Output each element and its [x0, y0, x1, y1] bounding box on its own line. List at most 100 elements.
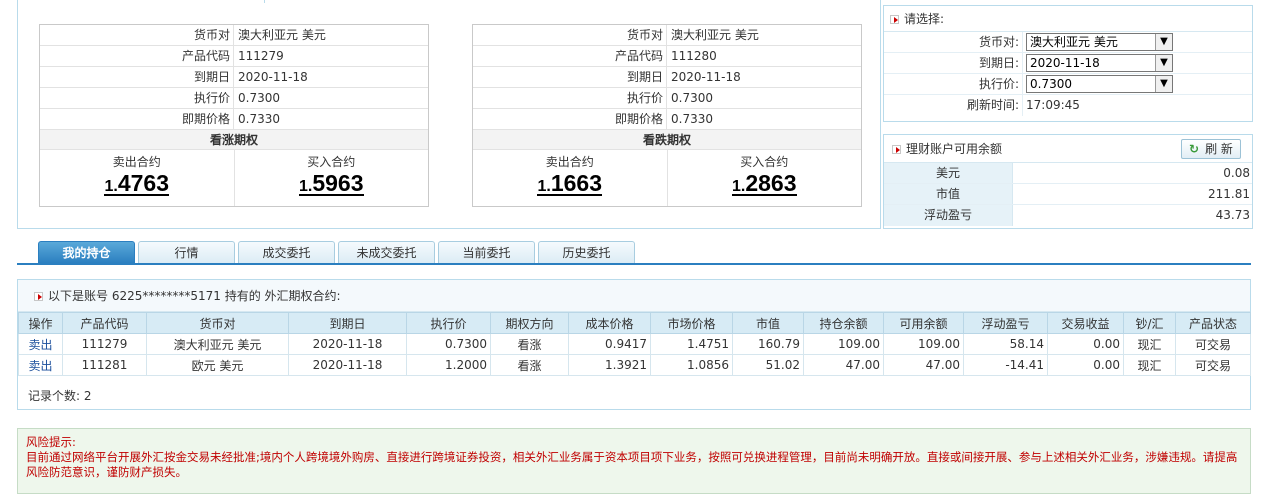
- selector-header: 请选择:: [884, 6, 1252, 32]
- table-row: 卖出 111279 澳大利亚元 美元 2020-11-18 0.7300 看涨 …: [18, 333, 1251, 355]
- col-product-code: 产品代码: [62, 312, 147, 334]
- pair-select[interactable]: 澳大利亚元 美元 ▼: [1026, 33, 1173, 51]
- cell-cash-remit: 现汇: [1123, 354, 1176, 376]
- put-strike-label: 执行价: [473, 88, 667, 108]
- refresh-button[interactable]: ↻ 刷 新: [1181, 139, 1241, 159]
- holdings-header-row: 操作 产品代码 货币对 到期日 执行价 期权方向 成本价格 市场价格 市值 持仓…: [18, 312, 1251, 334]
- cell-product-code: 111279: [62, 333, 147, 355]
- col-market-value: 市值: [732, 312, 804, 334]
- tab-filled-orders[interactable]: 成交委托: [238, 241, 335, 263]
- cell-position-balance: 109.00: [803, 333, 884, 355]
- cell-available-balance: 109.00: [883, 333, 964, 355]
- balance-floating-pnl-value: 43.73: [1215, 208, 1250, 222]
- put-buy-price-prefix: 1.: [731, 178, 746, 195]
- call-sell-price-main: 4763: [117, 170, 169, 196]
- cell-market-value: 160.79: [732, 333, 804, 355]
- call-buy-price[interactable]: 1.5963: [298, 171, 364, 196]
- col-position-balance: 持仓余额: [803, 312, 884, 334]
- put-code-label: 产品代码: [473, 46, 667, 66]
- cell-expiry: 2020-11-18: [288, 354, 407, 376]
- cell-floating-pnl: 58.14: [963, 333, 1048, 355]
- tab-bar: 我的持仓 行情 成交委托 未成交委托 当前委托 历史委托: [38, 241, 638, 264]
- bullet-arrow-icon: [892, 145, 901, 154]
- call-price-row: 卖出合约 1.4763 买入合约 1.5963: [40, 150, 428, 206]
- call-sell-price-prefix: 1.: [104, 178, 118, 195]
- cell-cost-price: 0.9417: [568, 333, 651, 355]
- tab-my-positions[interactable]: 我的持仓: [38, 241, 135, 263]
- holdings-header: 以下是账号 6225********5171 持有的 外汇期权合约:: [18, 280, 1250, 312]
- cell-product-status: 可交易: [1175, 354, 1251, 376]
- risk-title: 风险提示:: [26, 435, 76, 449]
- strike-select[interactable]: 0.7300 ▼: [1026, 75, 1173, 93]
- expiry-select[interactable]: 2020-11-18 ▼: [1026, 54, 1173, 72]
- put-row-spot: 即期价格 0.7330: [473, 109, 861, 130]
- call-row-pair: 货币对 澳大利亚元 美元: [40, 25, 428, 46]
- put-expiry-value: 2020-11-18: [671, 70, 741, 84]
- tab-underline: [17, 263, 1251, 265]
- put-row-expiry: 到期日 2020-11-18: [473, 67, 861, 88]
- put-buy-cell: 买入合约 1.2863: [666, 150, 862, 206]
- call-row-spot: 即期价格 0.7330: [40, 109, 428, 130]
- put-option-panel: 货币对 澳大利亚元 美元 产品代码 111280 到期日 2020-11-18 执行价…: [472, 24, 862, 207]
- put-sell-cell: 卖出合约 1.1663: [473, 150, 667, 206]
- cell-product-code: 111281: [62, 354, 147, 376]
- call-strike-label: 执行价: [40, 88, 234, 108]
- refresh-time-label: 刷新时间:: [884, 95, 1023, 116]
- selector-row-expiry: 到期日: 2020-11-18 ▼: [884, 53, 1252, 74]
- put-buy-price[interactable]: 1.2863: [731, 171, 797, 196]
- cell-currency-pair: 澳大利亚元 美元: [146, 333, 289, 355]
- chevron-down-icon[interactable]: ▼: [1155, 34, 1172, 50]
- selector-title: 请选择:: [904, 12, 945, 26]
- refresh-time-value: 17:09:45: [1026, 98, 1080, 112]
- cell-direction: 看涨: [490, 354, 569, 376]
- call-buy-price-main: 5963: [312, 170, 364, 196]
- tab-current-orders[interactable]: 当前委托: [438, 241, 535, 263]
- put-row-code: 产品代码 111280: [473, 46, 861, 67]
- call-sell-price[interactable]: 1.4763: [104, 171, 169, 196]
- refresh-button-label: 刷 新: [1205, 142, 1233, 156]
- put-sell-price-main: 1663: [550, 170, 602, 196]
- tab-quotes[interactable]: 行情: [138, 241, 235, 263]
- refresh-icon: ↻: [1189, 142, 1200, 156]
- put-type-title: 看跌期权: [473, 130, 861, 150]
- col-expiry: 到期日: [288, 312, 407, 334]
- sell-link[interactable]: 卖出: [28, 338, 52, 352]
- cell-product-status: 可交易: [1175, 333, 1251, 355]
- record-count: 记录个数: 2: [28, 389, 92, 403]
- put-sell-price[interactable]: 1.1663: [537, 171, 602, 196]
- cell-cost-price: 1.3921: [568, 354, 651, 376]
- cell-expiry: 2020-11-18: [288, 333, 407, 355]
- balance-floating-pnl-label: 浮动盈亏: [884, 205, 1013, 226]
- col-floating-pnl: 浮动盈亏: [963, 312, 1048, 334]
- cell-market-price: 1.0856: [650, 354, 733, 376]
- sell-link[interactable]: 卖出: [28, 359, 52, 373]
- balance-market-value-value: 211.81: [1208, 187, 1250, 201]
- pair-select-label: 货币对:: [884, 32, 1023, 52]
- expiry-select-label: 到期日:: [884, 53, 1023, 73]
- tab-unfilled-orders[interactable]: 未成交委托: [338, 241, 435, 263]
- table-row: 卖出 111281 欧元 美元 2020-11-18 1.2000 看涨 1.3…: [18, 354, 1251, 376]
- call-spot-value: 0.7330: [238, 112, 280, 126]
- chevron-down-icon[interactable]: ▼: [1155, 76, 1172, 92]
- cell-position-balance: 47.00: [803, 354, 884, 376]
- put-row-strike: 执行价 0.7300: [473, 88, 861, 109]
- tab-history-orders[interactable]: 历史委托: [538, 241, 635, 263]
- chevron-down-icon[interactable]: ▼: [1155, 55, 1172, 71]
- call-buy-cell: 买入合约 1.5963: [233, 150, 429, 206]
- strike-select-label: 执行价:: [884, 74, 1023, 94]
- expiry-select-value: 2020-11-18: [1030, 56, 1100, 70]
- cell-market-value: 51.02: [732, 354, 804, 376]
- call-buy-label: 买入合约: [307, 155, 356, 169]
- call-code-value: 111279: [238, 49, 284, 63]
- cell-currency-pair: 欧元 美元: [146, 354, 289, 376]
- call-spot-label: 即期价格: [40, 109, 234, 129]
- bullet-arrow-icon: [34, 292, 43, 301]
- risk-text: 目前通过网络平台开展外汇按金交易未经批准;境内个人跨境境外购房、直接进行跨境证券…: [26, 450, 1238, 479]
- call-row-strike: 执行价 0.7300: [40, 88, 428, 109]
- selector-row-pair: 货币对: 澳大利亚元 美元 ▼: [884, 32, 1252, 53]
- cell-trade-income: 0.00: [1047, 333, 1124, 355]
- put-price-row: 卖出合约 1.1663 买入合约 1.2863: [473, 150, 861, 206]
- put-pair-value: 澳大利亚元 美元: [671, 28, 759, 42]
- call-row-expiry: 到期日 2020-11-18: [40, 67, 428, 88]
- balance-panel: 理财账户可用余额 ↻ 刷 新 美元 0.08 市值 211.81 浮动盈亏 43.73: [883, 134, 1253, 229]
